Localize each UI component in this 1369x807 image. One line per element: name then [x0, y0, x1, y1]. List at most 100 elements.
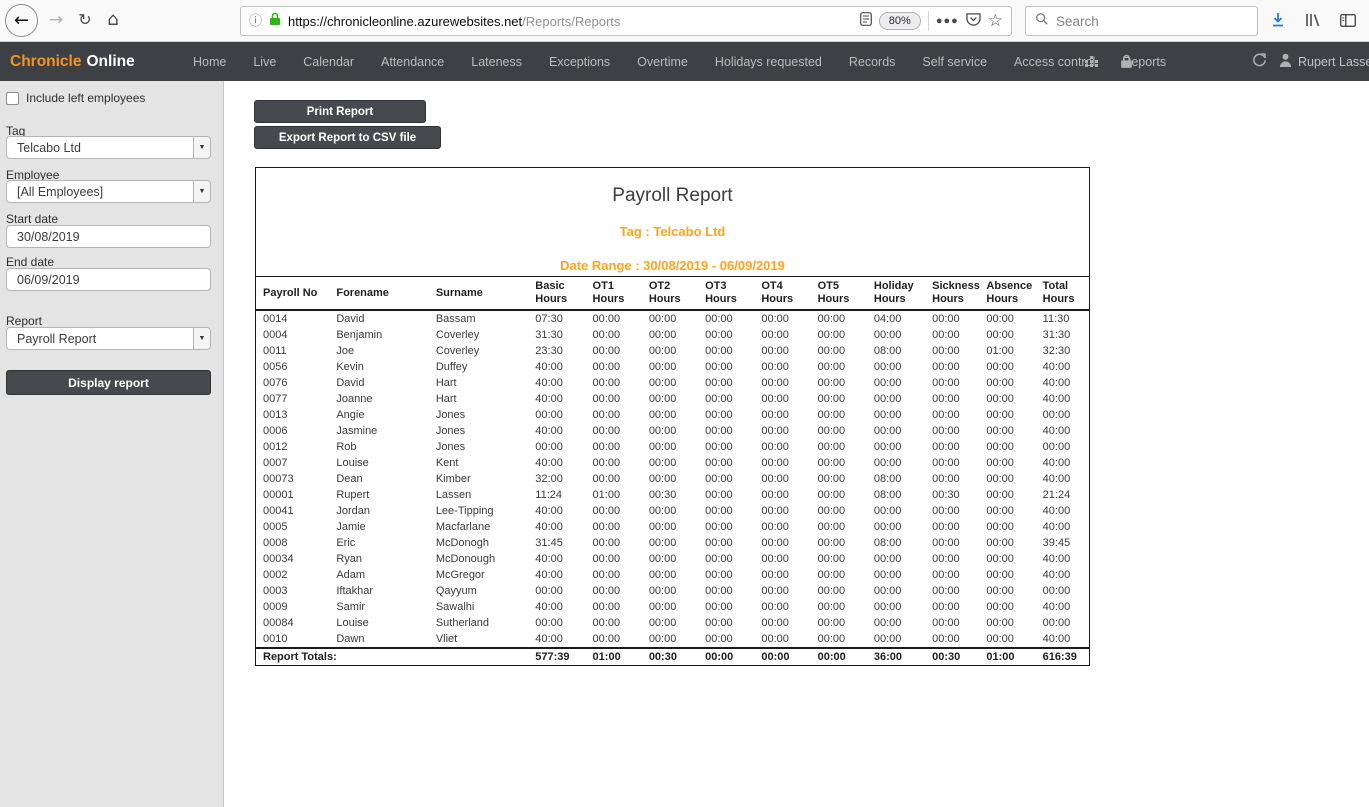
table-cell: 00:00	[698, 455, 754, 471]
export-csv-button[interactable]: Export Report to CSV file	[254, 126, 441, 149]
table-cell: 0004	[256, 327, 329, 343]
home-button[interactable]: ⌂	[102, 8, 124, 32]
table-cell: 00:00	[925, 310, 979, 327]
totals-cell: 00:00	[811, 648, 867, 665]
table-cell: 40:00	[1036, 471, 1089, 487]
url-bar[interactable]: ⓘ https://chronicleonline.azurewebsites.…	[240, 6, 1012, 36]
lock-icon[interactable]	[1120, 54, 1133, 74]
user-menu[interactable]: Rupert Lassen	[1279, 53, 1369, 70]
table-cell: 00:00	[867, 599, 925, 615]
table-cell: Coverley	[429, 343, 528, 359]
table-cell: 40:00	[1036, 503, 1089, 519]
table-cell: 40:00	[528, 567, 585, 583]
table-cell: Samir	[329, 599, 428, 615]
table-cell: 00:00	[698, 599, 754, 615]
totals-cell: 616:39	[1036, 648, 1089, 665]
table-cell: 00:00	[586, 327, 642, 343]
table-cell: 00:00	[979, 471, 1035, 487]
table-row: 0076DavidHart40:0000:0000:0000:0000:0000…	[256, 375, 1089, 391]
refresh-button[interactable]: ↻	[74, 9, 96, 31]
table-cell: 0077	[256, 391, 329, 407]
table-cell: 00041	[256, 503, 329, 519]
bookmark-star-icon[interactable]: ☆	[988, 13, 1003, 30]
table-cell: David	[329, 375, 428, 391]
table-cell: 00:00	[1036, 615, 1089, 631]
downloads-icon[interactable]	[1271, 12, 1285, 28]
nav-item-calendar[interactable]: Calendar	[303, 55, 354, 69]
table-cell: 00:00	[642, 343, 698, 359]
table-cell: 40:00	[1036, 567, 1089, 583]
table-cell: 00:00	[642, 327, 698, 343]
table-cell: 00:00	[925, 327, 979, 343]
nav-item-lateness[interactable]: Lateness	[471, 55, 522, 69]
nav-item-overtime[interactable]: Overtime	[637, 55, 688, 69]
include-left-employees-checkbox[interactable]	[6, 92, 19, 105]
table-cell: 00:00	[867, 375, 925, 391]
payroll-report: Payroll Report Tag : Telcabo Ltd Date Ra…	[255, 167, 1090, 666]
table-cell: 00:00	[811, 391, 867, 407]
end-date-input[interactable]: 06/09/2019	[6, 268, 211, 291]
table-row: 0014DavidBassam07:3000:0000:0000:0000:00…	[256, 310, 1089, 327]
brand-logo[interactable]: Chronicle Online	[10, 42, 135, 81]
sidebar-toggle-icon[interactable]	[1340, 14, 1356, 27]
display-report-button[interactable]: Display report	[6, 370, 211, 395]
search-bar[interactable]	[1025, 6, 1258, 36]
table-cell: 00:00	[925, 423, 979, 439]
table-cell: 00:00	[698, 519, 754, 535]
search-input[interactable]	[1056, 14, 1248, 29]
table-cell: 00:00	[811, 631, 867, 648]
table-cell: 00:00	[642, 375, 698, 391]
print-report-button[interactable]: Print Report	[254, 100, 426, 123]
library-icon[interactable]	[1305, 13, 1321, 27]
employee-select[interactable]: [All Employees] ▼	[6, 180, 211, 203]
nav-item-exceptions[interactable]: Exceptions	[549, 55, 610, 69]
table-cell: Angie	[329, 407, 428, 423]
nav-item-records[interactable]: Records	[849, 55, 896, 69]
chevron-down-icon[interactable]: ▼	[193, 328, 210, 349]
site-info-icon[interactable]: ⓘ	[249, 15, 262, 28]
table-cell: 07:30	[528, 310, 585, 327]
stats-icon[interactable]	[1085, 55, 1099, 73]
table-cell: 00:00	[925, 503, 979, 519]
table-cell: 00:00	[979, 407, 1035, 423]
table-cell: 00:00	[811, 343, 867, 359]
report-select[interactable]: Payroll Report ▼	[6, 327, 211, 350]
table-cell: McDonough	[429, 551, 528, 567]
totals-cell: 00:30	[642, 648, 698, 665]
table-cell: Duffey	[429, 359, 528, 375]
back-button[interactable]: ←	[5, 4, 38, 37]
column-header: OT2Hours	[642, 277, 698, 310]
nav-item-home[interactable]: Home	[193, 55, 226, 69]
nav-item-self-service[interactable]: Self service	[922, 55, 987, 69]
table-cell: 00:00	[754, 471, 810, 487]
pocket-icon[interactable]	[966, 12, 981, 31]
table-cell: 00:00	[867, 359, 925, 375]
table-cell: 00:00	[754, 343, 810, 359]
table-cell: 00:00	[586, 471, 642, 487]
table-cell: 00:00	[754, 615, 810, 631]
chevron-down-icon[interactable]: ▼	[193, 137, 210, 158]
reader-mode-icon[interactable]	[860, 12, 872, 31]
table-cell: 00:00	[754, 599, 810, 615]
table-cell: Sutherland	[429, 615, 528, 631]
start-date-input[interactable]: 30/08/2019	[6, 225, 211, 248]
nav-item-attendance[interactable]: Attendance	[381, 55, 444, 69]
table-cell: 40:00	[1036, 423, 1089, 439]
user-name: Rupert Lassen	[1298, 55, 1369, 69]
nav-item-live[interactable]: Live	[253, 55, 276, 69]
payroll-table: Payroll NoForenameSurnameBasicHoursOT1Ho…	[256, 277, 1089, 665]
table-cell: 00:00	[642, 423, 698, 439]
logout-icon[interactable]	[1252, 52, 1267, 72]
chevron-down-icon[interactable]: ▼	[193, 181, 210, 202]
page-actions-icon[interactable]: ●●●	[936, 15, 959, 27]
zoom-level-badge[interactable]: 80%	[879, 12, 921, 30]
table-cell: 00:00	[925, 631, 979, 648]
table-cell: Dawn	[329, 631, 428, 648]
table-cell: 00:00	[754, 407, 810, 423]
table-cell: 0005	[256, 519, 329, 535]
nav-item-holidays-requested[interactable]: Holidays requested	[715, 55, 822, 69]
forward-button[interactable]: →	[45, 9, 67, 31]
browser-toolbar: ← → ↻ ⌂ ⓘ https://chronicleonline.azurew…	[0, 0, 1369, 42]
nav-item-access-control[interactable]: Access control	[1014, 55, 1095, 69]
tag-select[interactable]: Telcabo Ltd ▼	[6, 136, 211, 159]
